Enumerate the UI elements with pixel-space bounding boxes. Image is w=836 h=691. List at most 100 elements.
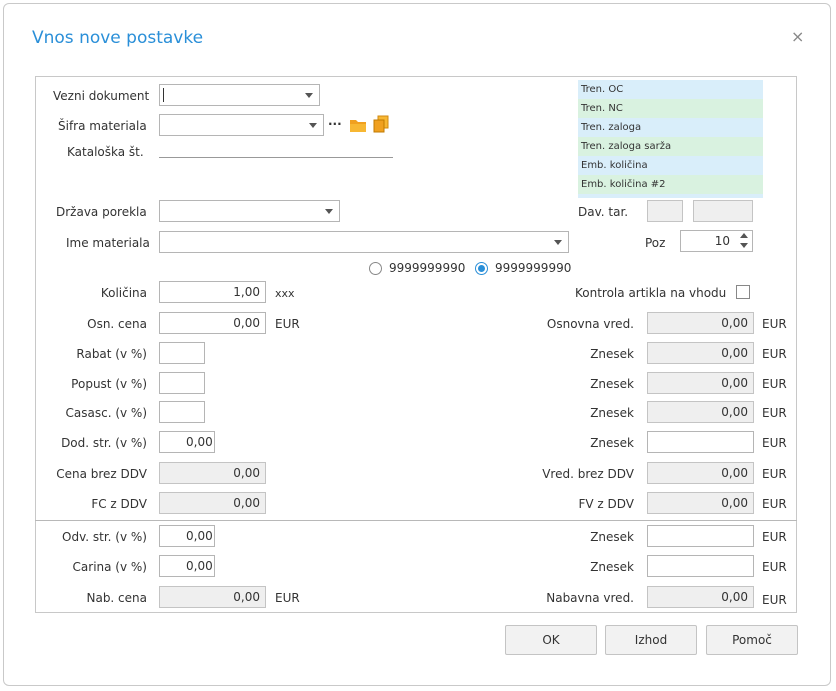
osnovna-vred-unit: EUR: [762, 317, 787, 331]
osnovna-vred-label: Osnovna vred.: [546, 317, 634, 331]
kataloska-label: Kataloška št.: [67, 145, 144, 159]
vred-brez-ddv-unit: EUR: [762, 467, 787, 481]
znesek-carina-label: Znesek: [590, 560, 634, 574]
list-item[interactable]: Tren. zaloga sarža: [578, 137, 763, 156]
divider: [35, 520, 797, 521]
casasc-label: Casasc. (v %): [65, 406, 148, 420]
popust-label: Popust (v %): [71, 377, 147, 391]
rabat-label: Rabat (v %): [76, 347, 147, 361]
odv-str-input[interactable]: 0,00: [159, 525, 215, 547]
chevron-down-icon: [554, 240, 562, 245]
rabat-input[interactable]: [159, 342, 205, 364]
kontrola-artikla-label: Kontrola artikla na vhodu: [575, 286, 727, 300]
vezni-dokument-label: Vezni dokument: [53, 89, 150, 103]
znesek-rabat-field: 0,00: [647, 342, 754, 364]
pomoc-button[interactable]: Pomoč: [706, 625, 798, 655]
vred-brez-ddv-label: Vred. brez DDV: [542, 467, 634, 481]
fc-z-ddv-field: 0,00: [159, 492, 266, 514]
dialog-title: Vnos nove postavke: [32, 28, 204, 48]
radio-option-2[interactable]: [475, 262, 488, 275]
kolicina-unit: xxx: [275, 287, 295, 300]
dav-tar-field-1[interactable]: [647, 200, 683, 222]
nab-cena-label: Nab. cena: [86, 591, 147, 605]
znesek-dod-str-input[interactable]: [647, 431, 754, 453]
fc-z-ddv-label: FC z DDV: [91, 497, 147, 511]
nab-cena-field: 0,00: [159, 586, 266, 608]
znesek-casasc-unit: EUR: [762, 406, 787, 420]
list-item[interactable]: Tren. OC: [578, 80, 763, 99]
znesek-popust-unit: EUR: [762, 377, 787, 391]
osn-cena-input[interactable]: 0,00: [159, 312, 266, 334]
ime-materiala-label: Ime materiala: [66, 236, 150, 250]
kataloska-field[interactable]: [159, 157, 393, 158]
list-item[interactable]: Emb. količina: [578, 156, 763, 175]
znesek-carina-input[interactable]: [647, 555, 754, 577]
list-item[interactable]: Emb. količina #2: [578, 175, 763, 194]
kontrola-artikla-checkbox[interactable]: [736, 285, 750, 299]
znesek-popust-field: 0,00: [647, 372, 754, 394]
carina-label: Carina (v %): [72, 560, 147, 574]
znesek-carina-unit: EUR: [762, 560, 787, 574]
znesek-odv-str-unit: EUR: [762, 530, 787, 544]
text-caret: [163, 88, 164, 102]
drzava-porekla-select[interactable]: [159, 200, 340, 222]
poz-label: Poz: [645, 236, 666, 250]
znesek-dod-str-unit: EUR: [762, 436, 787, 450]
ime-materiala-select[interactable]: [159, 231, 569, 253]
nabavna-vred-label: Nabavna vred.: [546, 591, 634, 605]
ok-button[interactable]: OK: [505, 625, 597, 655]
list-item[interactable]: Tren. NC: [578, 99, 763, 118]
nab-cena-unit: EUR: [275, 591, 300, 605]
poz-spinner[interactable]: [737, 232, 751, 250]
osn-cena-label: Osn. cena: [87, 317, 147, 331]
chevron-down-icon: [309, 123, 317, 128]
ellipsis-button[interactable]: ···: [328, 117, 342, 131]
radio-option-2-label: 9999999990: [495, 261, 572, 275]
nabavna-vred-unit: EUR: [762, 593, 787, 607]
sifra-materiala-label: Šifra materiala: [58, 119, 147, 133]
odv-str-label: Odv. str. (v %): [62, 530, 147, 544]
list-item[interactable]: [578, 194, 763, 198]
chevron-down-icon[interactable]: [740, 243, 748, 248]
znesek-odv-str-label: Znesek: [590, 530, 634, 544]
znesek-odv-str-input[interactable]: [647, 525, 754, 547]
chevron-up-icon[interactable]: [740, 233, 748, 238]
folder-icon[interactable]: [349, 117, 367, 133]
info-list[interactable]: Tren. OC Tren. NC Tren. zaloga Tren. zal…: [578, 80, 763, 198]
vezni-dokument-select[interactable]: [159, 84, 320, 106]
fv-z-ddv-unit: EUR: [762, 497, 787, 511]
popust-input[interactable]: [159, 372, 205, 394]
dav-tar-label: Dav. tar.: [578, 205, 629, 219]
znesek-popust-label: Znesek: [590, 377, 634, 391]
fv-z-ddv-label: FV z DDV: [578, 497, 634, 511]
osnovna-vred-field: 0,00: [647, 312, 754, 334]
chevron-down-icon: [305, 93, 313, 98]
znesek-casasc-field: 0,00: [647, 401, 754, 423]
dod-str-input[interactable]: 0,00: [159, 431, 215, 453]
close-icon[interactable]: ×: [791, 27, 804, 46]
carina-input[interactable]: 0,00: [159, 555, 215, 577]
dod-str-label: Dod. str. (v %): [61, 436, 147, 450]
copy-icon[interactable]: [373, 115, 389, 133]
znesek-casasc-label: Znesek: [590, 406, 634, 420]
izhod-button[interactable]: Izhod: [605, 625, 697, 655]
nabavna-vred-field: 0,00: [647, 586, 754, 608]
vred-brez-ddv-field: 0,00: [647, 462, 754, 484]
chevron-down-icon: [325, 209, 333, 214]
znesek-dod-str-label: Znesek: [590, 436, 634, 450]
cena-brez-ddv-label: Cena brez DDV: [56, 467, 147, 481]
list-item[interactable]: Tren. zaloga: [578, 118, 763, 137]
cena-brez-ddv-field: 0,00: [159, 462, 266, 484]
kolicina-input[interactable]: 1,00: [159, 281, 266, 303]
znesek-rabat-unit: EUR: [762, 347, 787, 361]
znesek-rabat-label: Znesek: [590, 347, 634, 361]
kolicina-label: Količina: [100, 286, 147, 300]
osn-cena-unit: EUR: [275, 317, 300, 331]
fv-z-ddv-field: 0,00: [647, 492, 754, 514]
drzava-porekla-label: Država porekla: [56, 205, 147, 219]
radio-option-1[interactable]: [369, 262, 382, 275]
sifra-materiala-select[interactable]: [159, 114, 324, 136]
casasc-input[interactable]: [159, 401, 205, 423]
dav-tar-field-2[interactable]: [693, 200, 753, 222]
radio-option-1-label: 9999999990: [389, 261, 466, 275]
